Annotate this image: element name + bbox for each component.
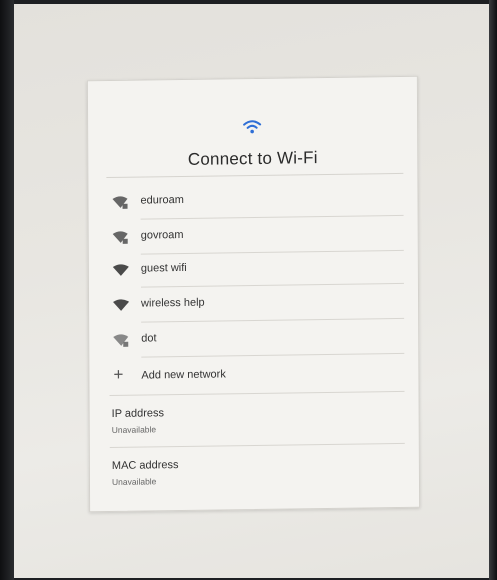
network-name: wireless help — [141, 296, 205, 310]
ip-address-value: Unavailable — [111, 424, 157, 435]
ip-address-section: IP address Unavailable — [112, 407, 165, 435]
mac-address-label: MAC address — [111, 459, 179, 472]
wifi-dialog: Connect to Wi-Fi eduroam govroam guest w… — [86, 75, 421, 513]
device-bezel-right — [489, 0, 497, 580]
network-name: guest wifi — [140, 261, 187, 275]
network-name: govroam — [140, 228, 184, 242]
wifi-lock-icon — [112, 231, 128, 244]
dialog-title: Connect to Wi-Fi — [187, 148, 318, 169]
network-name: dot — [141, 332, 157, 345]
wifi-icon — [112, 264, 129, 276]
wifi-lock-icon — [113, 334, 129, 347]
add-network-label: Add new network — [141, 368, 226, 382]
divider — [106, 172, 404, 179]
network-item-guest-wifi[interactable]: guest wifi — [109, 250, 404, 288]
plus-icon: + — [113, 364, 124, 384]
mac-address-section: MAC address Unavailable — [112, 459, 179, 487]
divider — [109, 442, 405, 449]
wifi-lock-icon — [112, 196, 128, 209]
add-network-button[interactable]: + Add new network — [109, 357, 404, 395]
device-bezel-left — [0, 0, 14, 580]
network-item-govroam[interactable]: govroam — [109, 217, 404, 255]
network-item-eduroam[interactable]: eduroam — [108, 182, 404, 220]
mac-address-value: Unavailable — [111, 476, 157, 487]
ip-address-label: IP address — [111, 407, 165, 420]
wifi-icon — [243, 120, 262, 134]
network-item-wireless-help[interactable]: wireless help — [109, 285, 405, 323]
network-item-dot[interactable]: dot — [109, 320, 405, 358]
network-name: eduroam — [140, 193, 184, 207]
wifi-icon — [113, 299, 130, 311]
